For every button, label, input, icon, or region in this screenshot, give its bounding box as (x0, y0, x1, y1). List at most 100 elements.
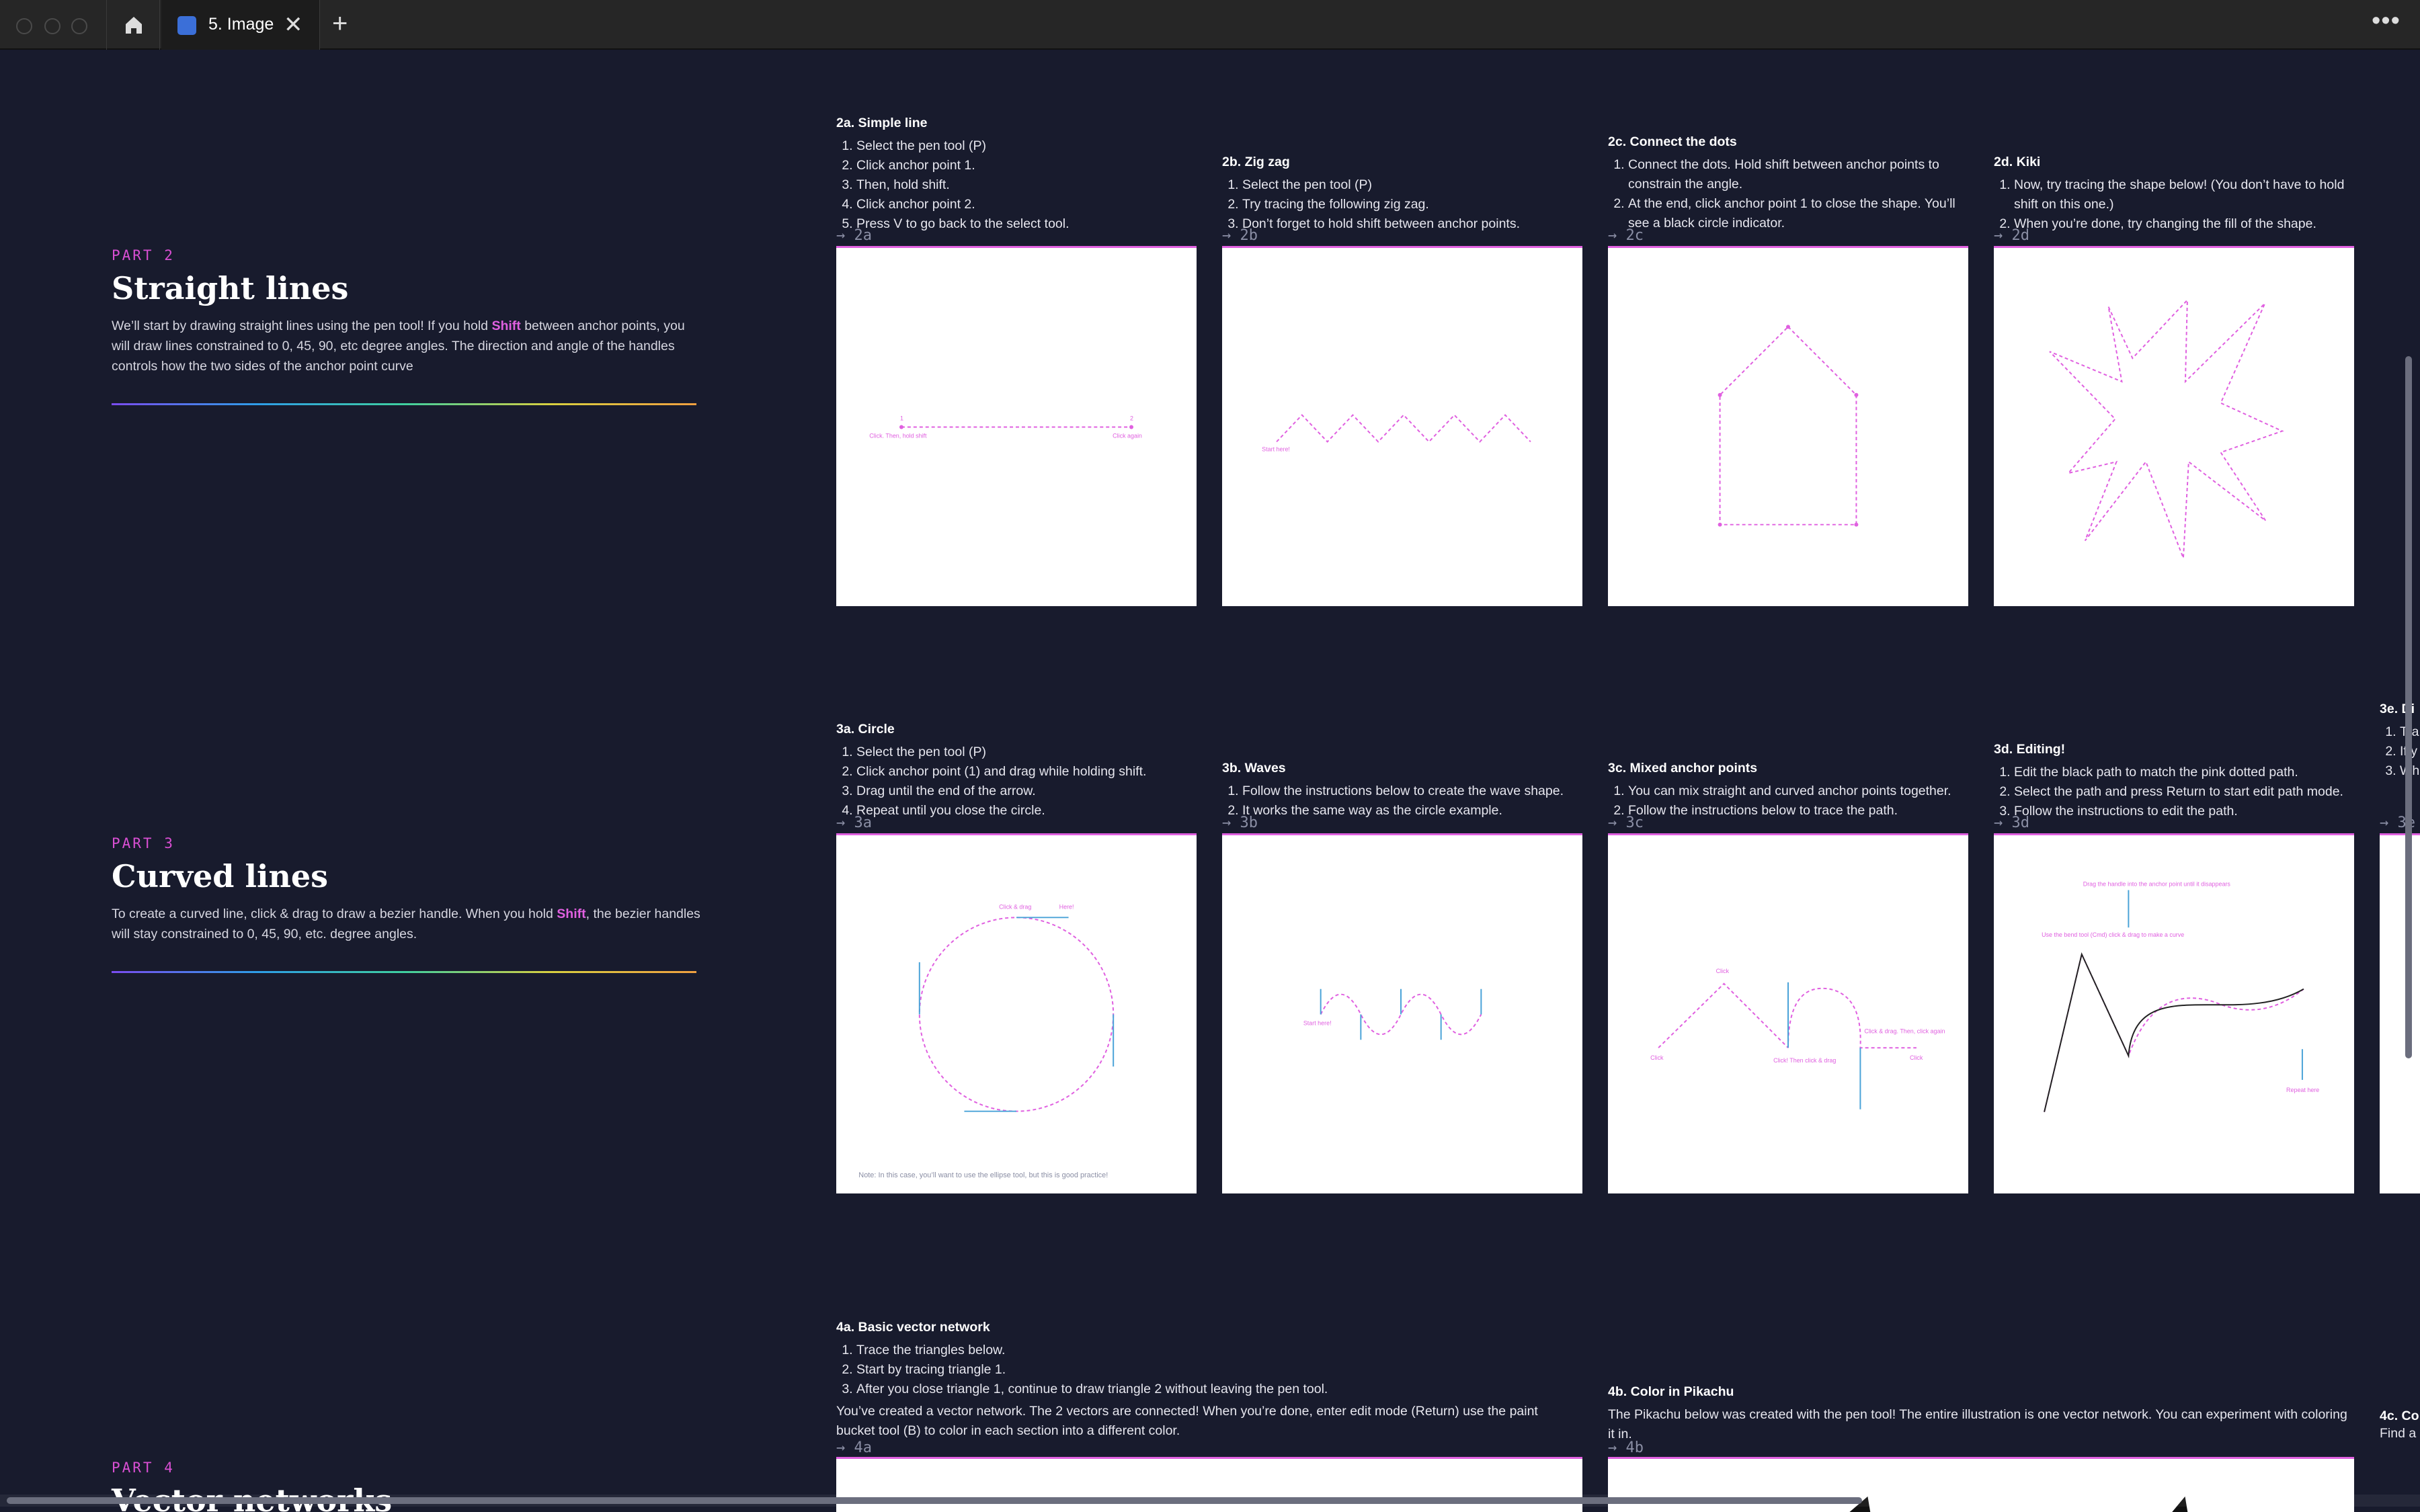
card-paragraph: The Pikachu below was created with the p… (1608, 1407, 2347, 1441)
card-title: 4a. Basic vector network (836, 1320, 990, 1335)
step-item: Click anchor point 2. (856, 195, 1197, 214)
step-item: Connect the dots. Hold shift between anc… (1628, 155, 1968, 194)
tab-close-icon[interactable]: ✕ (284, 11, 303, 38)
part-description: To create a curved line, click & drag to… (112, 907, 700, 941)
card-3b: 3b. Waves Follow the instructions below … (1222, 761, 1582, 821)
frame-tag: → 3c (1608, 814, 1644, 831)
offscreen-clip: 3e. Di Tra If y Lay Wh the → 3e 4c. Co F… (2380, 0, 2420, 1512)
svg-text:Click: Click (1650, 1054, 1664, 1061)
step-item: Repeat until you close the circle. (856, 801, 1197, 821)
frame-tag: → 3a (836, 814, 872, 831)
svg-text:Click: Click (1716, 968, 1730, 974)
svg-text:Click & drag: Click & drag (999, 903, 1031, 910)
svg-text:1: 1 (900, 415, 903, 422)
step-item: Select the path and press Return to star… (2014, 782, 2354, 802)
house-dots-diagram (1718, 325, 1859, 527)
card-title: 4c. Co (2380, 1409, 2419, 1423)
step-item: At the end, click anchor point 1 to clos… (1628, 194, 1968, 233)
card-title: 2c. Connect the dots (1608, 134, 1737, 149)
title-bar: 5. Image ✕ + ••• (0, 0, 2420, 50)
circle-diagram: Click & drag Here! Note: In this case, y… (858, 903, 1115, 1179)
step-list: Connect the dots. Hold shift between anc… (1608, 155, 1968, 233)
window-minimize-button[interactable] (44, 18, 61, 34)
part-kicker: PART 4 (112, 1460, 175, 1476)
card-title: 2a. Simple line (836, 116, 928, 130)
window-close-button[interactable] (16, 18, 32, 34)
home-button[interactable] (106, 0, 160, 50)
tab-5-image[interactable]: 5. Image ✕ (161, 0, 320, 50)
gradient-divider (112, 403, 696, 405)
editing-diagram: Drag the handle into the anchor point un… (2042, 881, 2319, 1112)
step-item: Press V to go back to the select tool. (856, 214, 1197, 234)
step-item: Follow the instructions to edit the path… (2014, 802, 2354, 821)
window-zoom-button[interactable] (71, 18, 87, 34)
frame-3c[interactable]: Click Click Click! Then click & drag Cli… (1608, 833, 1968, 1193)
tab-label: 5. Image (208, 15, 274, 34)
step-item: After you close triangle 1, continue to … (856, 1380, 1569, 1399)
card-3e: 3e. Di Tra If y Lay Wh the (2380, 702, 2420, 781)
frame-3e[interactable] (2380, 833, 2420, 1193)
step-list: Select the pen tool (P) Click anchor poi… (836, 743, 1197, 821)
frame-3a[interactable]: Click & drag Here! Note: In this case, y… (836, 833, 1197, 1193)
simple-line-diagram: 1 2 Click. Then, hold shift Click again (869, 415, 1142, 439)
svg-text:Click again: Click again (1113, 432, 1142, 439)
card-4a: 4a. Basic vector network Trace the trian… (836, 1320, 1569, 1441)
frame-tag: → 2a (836, 227, 872, 244)
zig-zag-diagram: Start here! (1262, 414, 1531, 452)
frame-2b[interactable]: Start here! (1222, 246, 1582, 606)
horizontal-scrollbar-track (0, 1495, 2420, 1507)
part-kicker: PART 2 (112, 247, 175, 263)
part-description: We’ll start by drawing straight lines us… (112, 319, 685, 374)
card-title: 3e. Di (2380, 702, 2415, 716)
frame-3b[interactable]: Start here! (1222, 833, 1582, 1193)
frame-2a[interactable]: 1 2 Click. Then, hold shift Click again (836, 246, 1197, 606)
frame-tag: → 3d (1994, 814, 2029, 831)
step-list: Select the pen tool (P) Click anchor poi… (836, 136, 1197, 234)
step-list: Trace the triangles below. Start by trac… (836, 1341, 1569, 1399)
frame-2d[interactable] (1994, 246, 2354, 606)
svg-text:Click. Then, hold shift: Click. Then, hold shift (869, 432, 927, 439)
card-title: 3d. Editing! (1994, 742, 2066, 757)
frame-2c[interactable] (1608, 246, 1968, 606)
waves-diagram: Start here! (1303, 989, 1482, 1040)
card-2c: 2c. Connect the dots Connect the dots. H… (1608, 134, 1968, 233)
vertical-scrollbar[interactable] (2405, 356, 2412, 1058)
card-4b: 4b. Color in Pikachu The Pikachu below w… (1608, 1384, 2354, 1444)
step-item: Now, try tracing the shape below! (You d… (2014, 175, 2354, 214)
card-title: 3a. Circle (836, 722, 895, 737)
frame-tag: → 4a (836, 1439, 872, 1456)
card-paragraph: Find a it usin (2380, 1426, 2420, 1441)
step-item: Follow the instructions below to trace t… (1628, 801, 1968, 821)
card-title: 3c. Mixed anchor points (1608, 761, 1758, 775)
svg-text:Start here!: Start here! (1262, 446, 1290, 452)
step-list: Tra If y Lay Wh the (2380, 722, 2420, 781)
step-list: Edit the black path to match the pink do… (1994, 763, 2354, 821)
kiki-shape-diagram (2049, 298, 2284, 558)
card-3a: 3a. Circle Select the pen tool (P) Click… (836, 722, 1197, 821)
part-3-section: PART 3 Curved lines To create a curved l… (112, 835, 703, 973)
card-3c: 3c. Mixed anchor points You can mix stra… (1608, 761, 1968, 821)
card-title: 2d. Kiki (1994, 155, 2041, 169)
step-item: Try tracing the following zig zag. (1242, 195, 1582, 214)
frame-3d[interactable]: Drag the handle into the anchor point un… (1994, 833, 2354, 1193)
svg-text:Start here!: Start here! (1303, 1019, 1332, 1026)
card-title: 3b. Waves (1222, 761, 1286, 775)
new-tab-button[interactable]: + (332, 9, 348, 39)
horizontal-scrollbar[interactable] (7, 1497, 1862, 1504)
svg-text:Use the bend tool (Cmd) click: Use the bend tool (Cmd) click & drag to … (2042, 931, 2184, 938)
step-item: Then, hold shift. (856, 175, 1197, 195)
card-title: 4b. Color in Pikachu (1608, 1384, 1734, 1399)
part-title: Straight lines (112, 270, 349, 306)
step-item: Start by tracing triangle 1. (856, 1360, 1569, 1380)
part-title: Curved lines (112, 858, 329, 894)
card-title: 2b. Zig zag (1222, 155, 1290, 169)
svg-text:Drag the handle into the ancho: Drag the handle into the anchor point un… (2083, 881, 2231, 888)
svg-text:Note: In this case, you’ll wan: Note: In this case, you’ll want to use t… (858, 1171, 1108, 1179)
step-item: Edit the black path to match the pink do… (2014, 763, 2354, 782)
card-2d: 2d. Kiki Now, try tracing the shape belo… (1994, 155, 2354, 234)
step-list: Follow the instructions below to create … (1222, 782, 1582, 821)
step-item: Select the pen tool (P) (856, 743, 1197, 762)
step-item: Follow the instructions below to create … (1242, 782, 1582, 801)
card-2a: 2a. Simple line Select the pen tool (P) … (836, 116, 1197, 234)
mixed-anchors-diagram: Click Click Click! Then click & drag Cli… (1650, 968, 1945, 1109)
